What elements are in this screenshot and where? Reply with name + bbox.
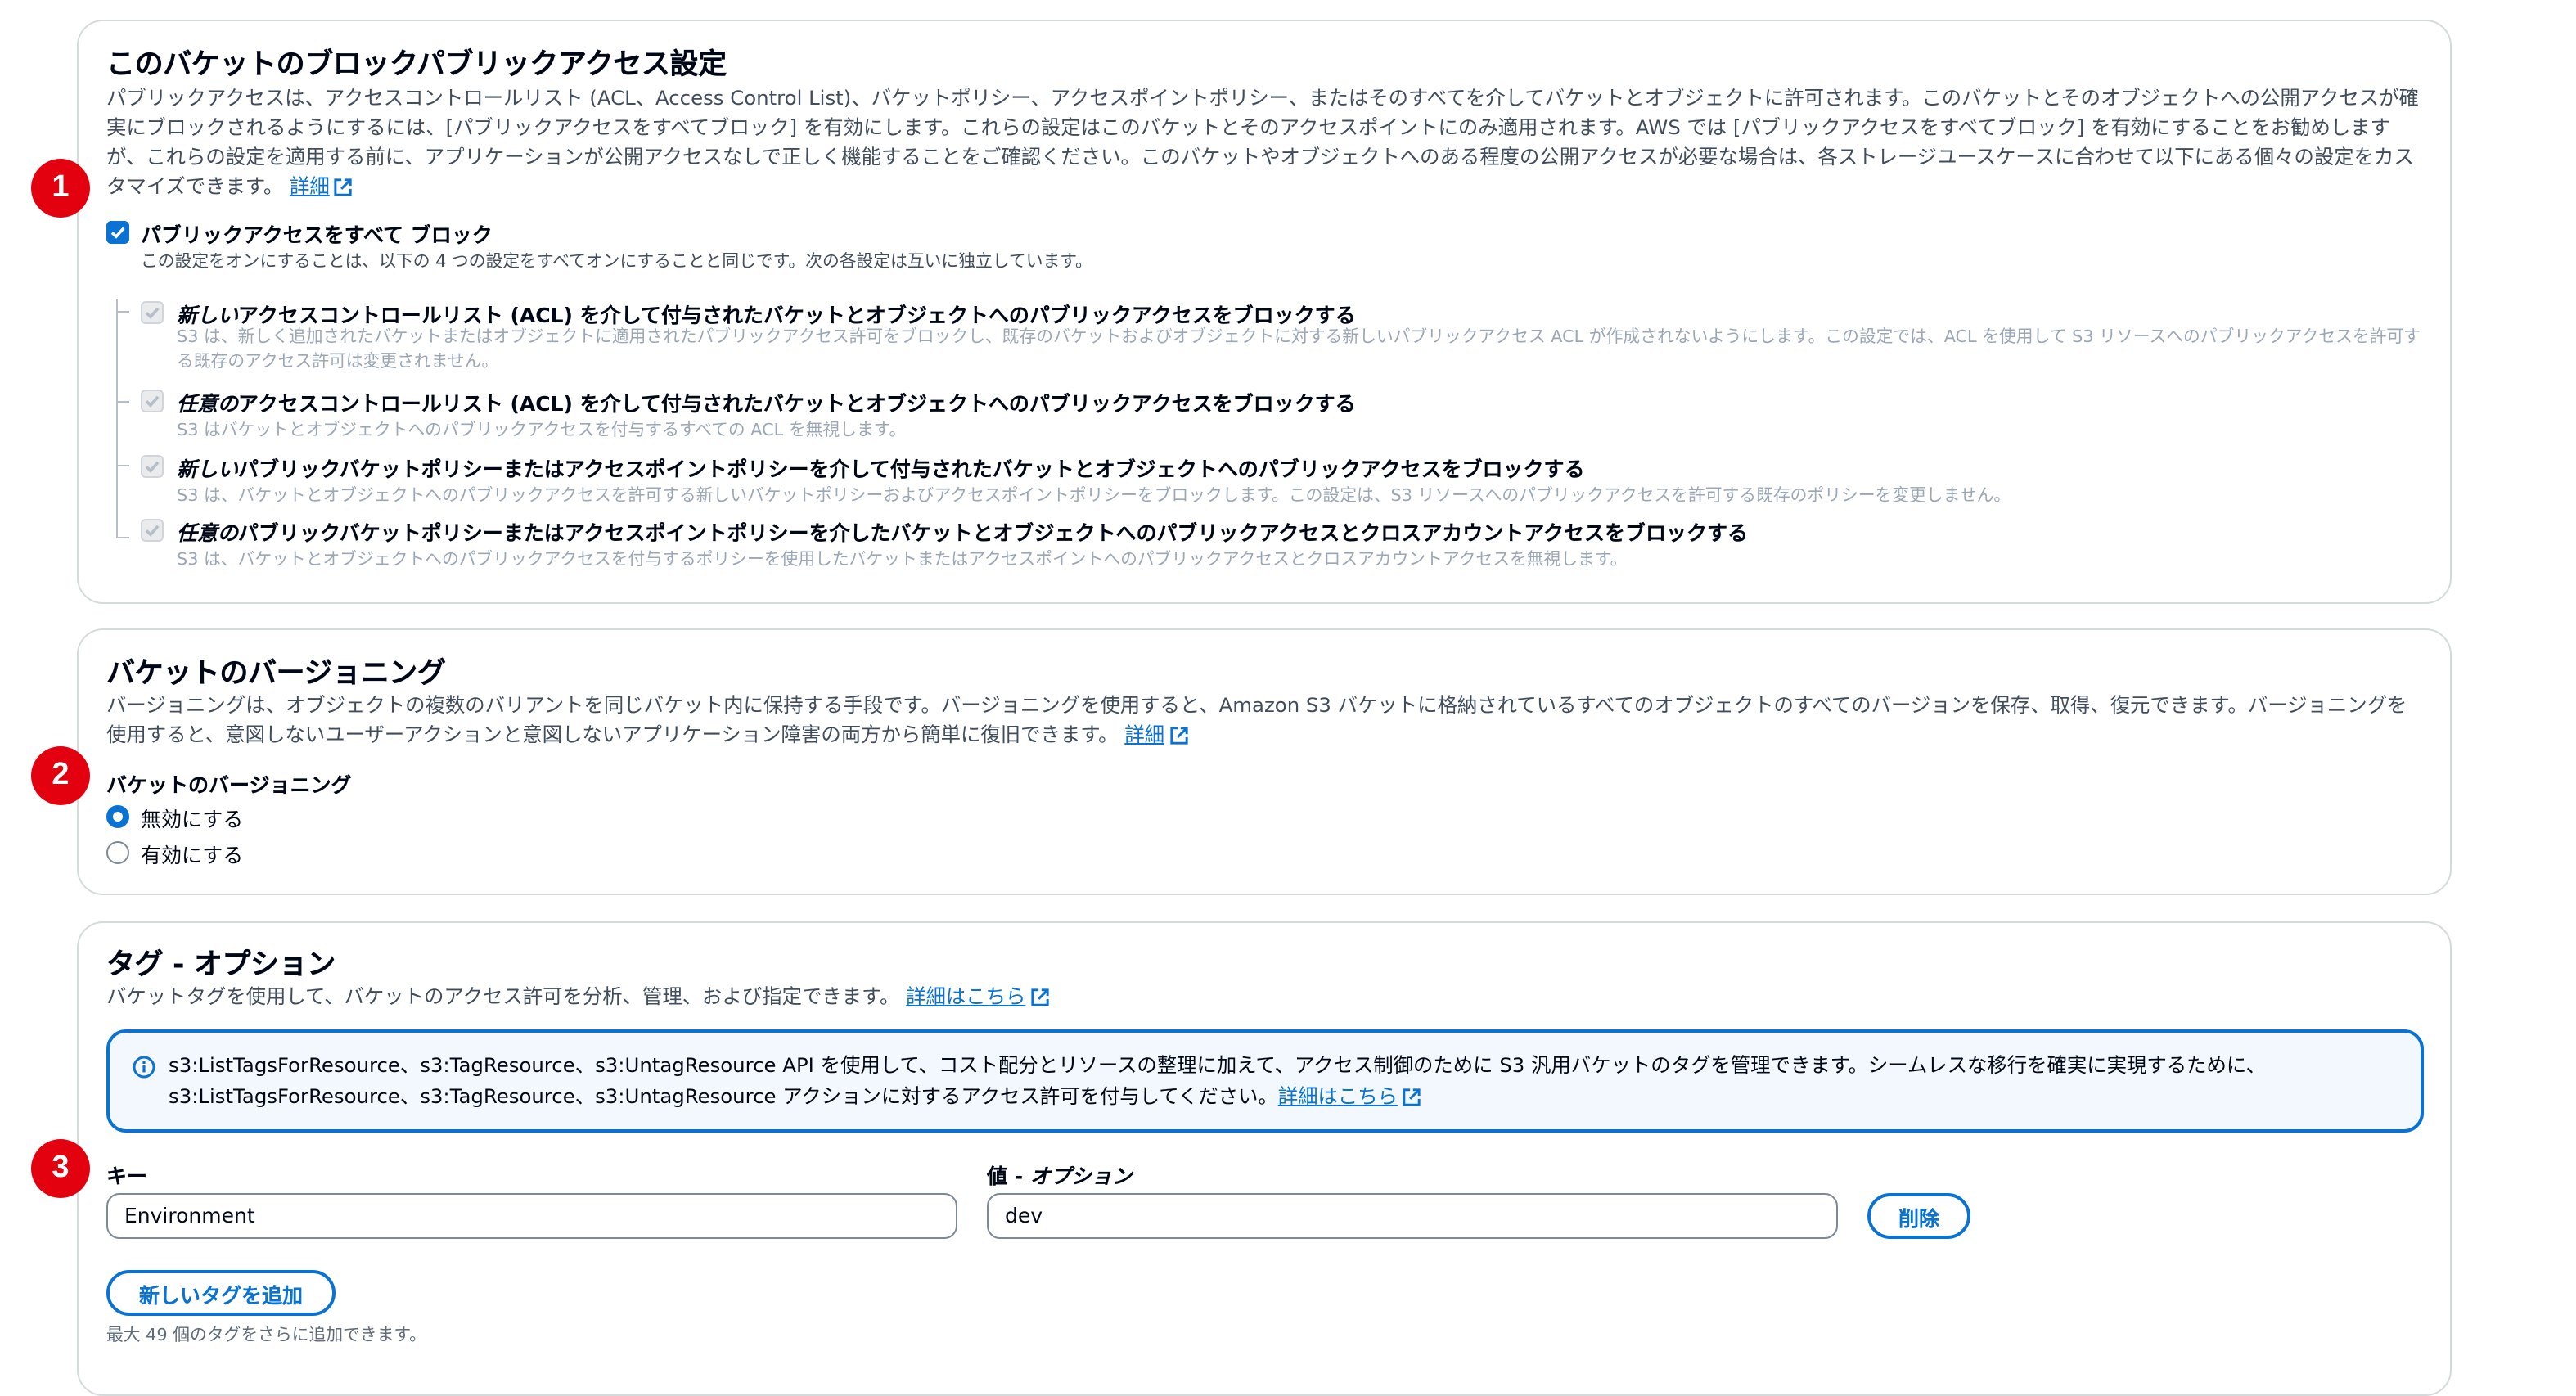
versioning-learn-more-link[interactable]: 詳細 [1124,723,1187,746]
checkbox-checked-icon [110,227,125,239]
block-any-acl-checkbox[interactable] [141,390,164,412]
block-any-acl-label: 任意のアクセスコントロールリスト (ACL) を介して付与されたバケットとオブジ… [177,391,1356,416]
tags-title: タグ - オプション [106,949,336,982]
checkbox-checked-icon [145,307,160,319]
versioning-enable-label: 有効にする [141,843,244,867]
checkbox-checked-icon [145,525,160,537]
external-link-icon [1403,1088,1421,1106]
block-all-sub: この設定をオンにすることは、以下の 4 つの設定をすべてオンにすることと同じです… [141,252,1092,272]
external-link-icon [335,178,353,196]
external-link-icon [1030,988,1049,1006]
tag-value-label: 値 - オプション [987,1164,1133,1188]
block-new-policy-label: 新しいパブリックバケットポリシーまたはアクセスポイントポリシーを介して付与された… [177,457,1585,481]
tags-learn-more-link[interactable]: 詳細はこちら [906,985,1049,1008]
tags-remaining-hint: 最大 49 個のタグをさらに追加できます。 [106,1326,426,1345]
checkbox-checked-icon [145,395,160,408]
block-new-acl-sub: S3 は、新しく追加されたバケットまたはオブジェクトに適用されたパブリックアクセ… [177,327,2421,372]
tag-key-input[interactable]: Environment [106,1193,957,1239]
block-all-checkbox[interactable] [106,221,129,244]
tags-info-text: s3:ListTagsForResource、s3:TagResource、s3… [169,1054,2266,1108]
info-icon [133,1056,155,1079]
tag-key-label: キー [106,1164,148,1188]
versioning-disable-label: 無効にする [141,807,244,831]
stage: このバケットのブロックパブリックアクセス設定 パブリックアクセスは、アクセスコン… [0,0,2576,1396]
tree-line [116,299,118,537]
checkbox-checked-icon [145,461,160,473]
block-new-policy-checkbox[interactable] [141,455,164,478]
versioning-disable-radio[interactable] [106,805,129,828]
versioning-description: バージョニングは、オブジェクトの複数のバリアントを同じバケット内に保持する手段で… [106,694,2407,746]
block-public-access-learn-more-link[interactable]: 詳細 [290,175,353,198]
block-new-acl-checkbox[interactable] [141,301,164,324]
block-public-access-title: このバケットのブロックパブリックアクセス設定 [106,49,727,82]
tree-branch [116,465,129,466]
tags-info-learn-more-link[interactable]: 詳細はこちら [1278,1085,1421,1108]
versioning-title: バケットのバージョニング [106,658,446,691]
block-any-policy-label: 任意のパブリックバケットポリシーまたはアクセスポイントポリシーを介したバケットと… [177,520,1749,545]
block-new-policy-sub: S3 は、バケットとオブジェクトへのパブリックアクセスを許可する新しいバケットポ… [177,486,2011,506]
annotation-badge-3: 3 [31,1139,90,1198]
versioning-field-label: バケットのバージョニング [106,772,352,797]
remove-tag-button[interactable]: 削除 [1867,1193,1970,1239]
external-link-icon [1169,727,1187,745]
annotation-badge-2: 2 [31,746,90,805]
tags-info-alert: s3:ListTagsForResource、s3:TagResource、s3… [106,1029,2424,1133]
add-tag-button[interactable]: 新しいタグを追加 [106,1270,336,1316]
annotation-badge-1: 1 [31,159,90,218]
block-all-label: パブリックアクセスをすべて ブロック [141,223,493,247]
block-any-policy-sub: S3 は、バケットとオブジェクトへのパブリックアクセスを付与するポリシーを使用し… [177,550,1628,570]
tree-branch [116,537,129,538]
tree-branch [116,401,129,403]
block-new-acl-label: 新しいアクセスコントロールリスト (ACL) を介して付与されたバケットとオブジ… [177,303,1356,327]
tree-branch [116,311,129,313]
block-public-access-description: パブリックアクセスは、アクセスコントロールリスト (ACL、Access Con… [106,87,2419,198]
versioning-enable-radio[interactable] [106,841,129,864]
tags-description: バケットタグを使用して、バケットのアクセス許可を分析、管理、および指定できます。… [106,982,2421,1011]
block-any-policy-checkbox[interactable] [141,519,164,542]
block-any-acl-sub: S3 はバケットとオブジェクトへのパブリックアクセスを付与するすべての ACL … [177,421,907,440]
tag-value-input[interactable]: dev [987,1193,1838,1239]
